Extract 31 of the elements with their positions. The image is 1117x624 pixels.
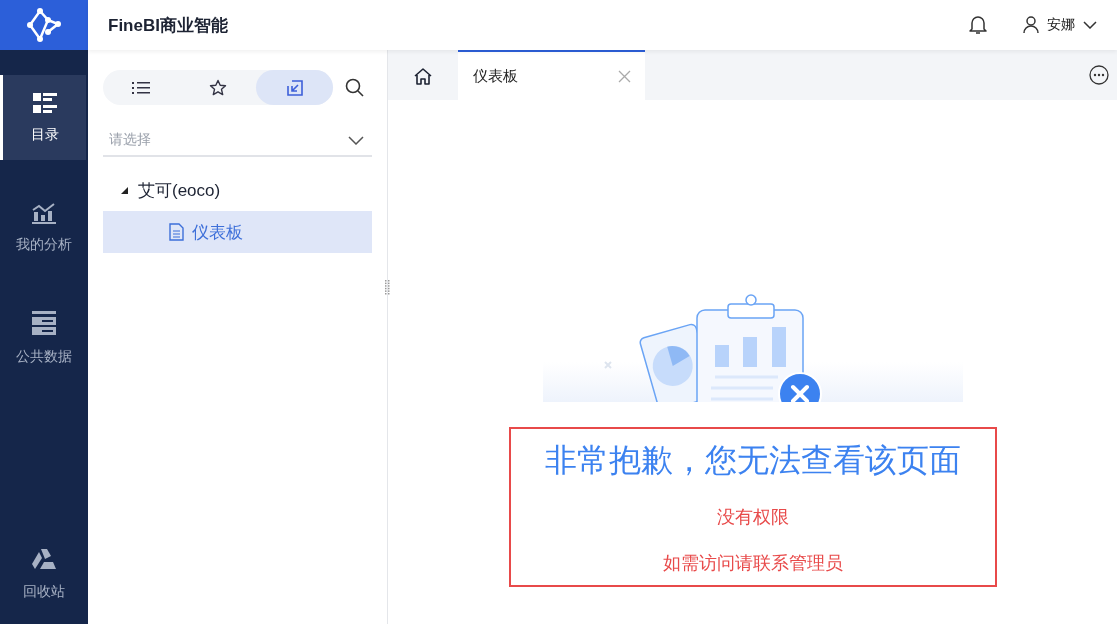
caret-icon[interactable] [1083,21,1097,29]
user-name[interactable]: 安娜 [1047,16,1075,34]
page-tab[interactable]: 仪表板 [458,50,645,100]
error-title: 非常抱歉，您无法查看该页面 [544,441,961,480]
user-icon[interactable] [1023,16,1039,34]
app-title: FineBI商业智能 [108,14,228,37]
document-icon [169,223,184,241]
recycle-icon [31,547,57,571]
bell-icon[interactable] [969,15,987,35]
list-icon [132,80,151,95]
logo-icon [26,8,62,42]
home-icon [414,67,432,85]
error-message: 如需访问请联系管理员 [662,552,843,575]
list-icon [31,91,58,114]
more-icon[interactable] [1089,65,1109,85]
triangle-icon [121,186,128,194]
view-tab[interactable] [256,70,333,105]
star-icon [209,78,227,97]
search-icon[interactable] [345,78,364,97]
chevron-icon [348,135,364,145]
database-icon [31,309,57,336]
chart-icon [31,201,57,224]
tree-item[interactable]: 艾可(eoco) [103,169,372,211]
tree-item[interactable]: 仪表板 [103,211,372,253]
error-message: 没有权限 [716,506,789,529]
nav-item[interactable]: 公共数据 [0,295,88,380]
nav-item[interactable]: 回收站 [0,524,88,624]
nav-item[interactable]: 目录 [0,75,86,160]
nav-item[interactable]: 我的分析 [0,185,88,270]
resize-handle[interactable] [385,280,390,296]
import-icon [285,78,304,97]
